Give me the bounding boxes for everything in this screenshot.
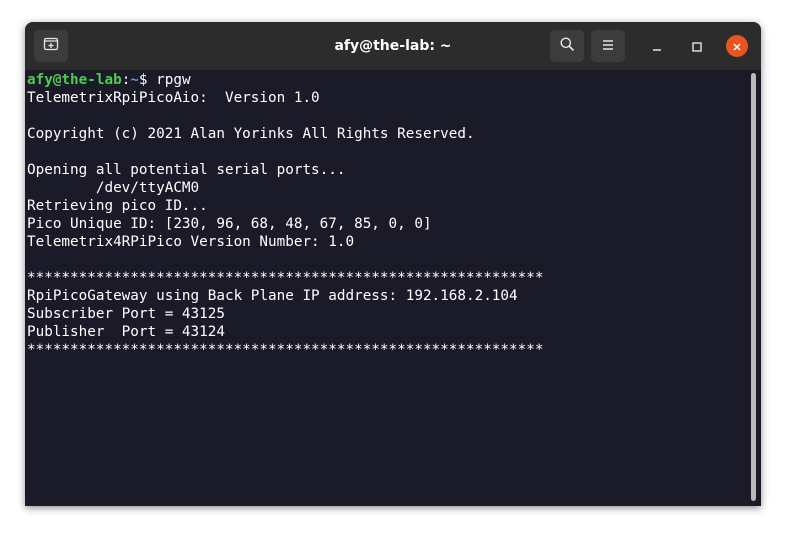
prompt-separator: : <box>121 72 131 88</box>
output-line: /dev/ttyACM0 <box>27 180 200 196</box>
title-bar: afy@the-lab: ~ <box>25 22 761 71</box>
minimize-icon <box>652 37 662 56</box>
new-tab-button[interactable] <box>34 30 68 62</box>
close-icon <box>732 37 742 56</box>
search-icon <box>559 36 575 56</box>
minimize-button[interactable] <box>646 35 668 57</box>
terminal-window: afy@the-lab: ~ afy@the-lab:~$ rpgw Telem… <box>25 22 761 506</box>
output-line: Telemetrix4RPiPico Version Number: 1.0 <box>27 234 355 250</box>
prompt-command: rpgw <box>156 72 191 88</box>
output-line: Opening all potential serial ports... <box>27 162 346 178</box>
output-line: Retrieving pico ID... <box>27 198 208 214</box>
prompt-line: afy@the-lab:~$ rpgw <box>27 71 747 89</box>
close-button[interactable] <box>726 35 748 57</box>
scrollbar[interactable] <box>751 73 756 501</box>
terminal-output[interactable]: afy@the-lab:~$ rpgw TelemetrixRpiPicoAio… <box>25 71 747 506</box>
prompt-path: ~ <box>130 72 139 88</box>
maximize-button[interactable] <box>686 35 708 57</box>
search-button[interactable] <box>550 30 584 62</box>
prompt-user-host: afy@the-lab <box>27 72 122 88</box>
hamburger-menu-icon <box>601 37 615 56</box>
output-line: TelemetrixRpiPicoAio: Version 1.0 <box>27 90 320 106</box>
output-line: RpiPicoGateway using Back Plane IP addre… <box>27 288 518 304</box>
output-line: ****************************************… <box>27 342 544 358</box>
output-line: Subscriber Port = 43125 <box>27 306 225 322</box>
prompt-symbol: $ <box>138 72 157 88</box>
output-line: Copyright (c) 2021 Alan Yorinks All Righ… <box>27 126 475 142</box>
maximize-icon <box>692 37 702 56</box>
menu-button[interactable] <box>591 30 625 62</box>
new-tab-icon <box>43 36 59 56</box>
output-line: Pico Unique ID: [230, 96, 68, 48, 67, 85… <box>27 216 432 232</box>
output-line: Publisher Port = 43124 <box>27 324 225 340</box>
output-line: ****************************************… <box>27 270 544 286</box>
